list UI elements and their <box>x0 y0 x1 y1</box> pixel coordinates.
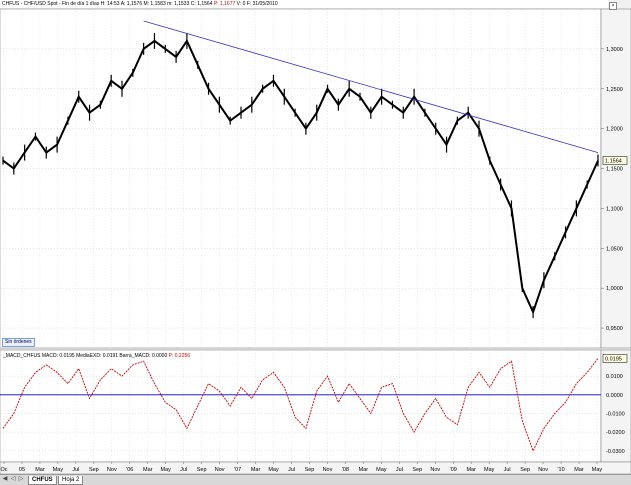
x-tick-label: 05 <box>19 467 25 473</box>
x-tick-label: Mar <box>143 467 153 473</box>
x-tick-label: Mar <box>35 467 45 473</box>
macd-tick-label: 0.0000 <box>606 393 623 399</box>
sin-ordenes-button[interactable]: Sin órdenes <box>2 338 35 347</box>
price-panel[interactable]: 0,9500 1,0000 1,0500 1,1000 1,1500 1,2000 1,25… <box>0 8 631 349</box>
x-axis: Oc 05 Mar May Jul Sep Nov '06 Mar May Jul Sep Nov '07… <box>0 461 631 475</box>
x-tick-label: Sep <box>412 467 422 473</box>
x-tick-label: Jul <box>288 467 295 473</box>
x-tick-label: Mar <box>574 467 584 473</box>
x-tick-label: Sep <box>197 467 207 473</box>
price-tick-label: 1,0500 <box>606 246 623 252</box>
x-tick-label: Oc <box>0 467 7 473</box>
macd-tick-label: 0.0100 <box>606 374 623 380</box>
x-tick-label: Nov <box>215 467 225 473</box>
title-close: C: 1,1564 <box>190 1 213 7</box>
x-tick-label: Nov <box>323 467 333 473</box>
chart-title-bar: CHFUS - CHF/USD Spot - Fin de día 1 días… <box>0 0 608 8</box>
x-tick-label: May <box>161 467 172 473</box>
x-tick-label: May <box>268 467 279 473</box>
price-tick-label: 0,9500 <box>606 326 623 332</box>
x-tick-label: '07 <box>234 467 241 473</box>
title-hour: H: 14:53 <box>100 1 120 7</box>
macd-tick-label: -0.0100 <box>606 411 625 417</box>
x-tick-label: '09 <box>450 467 457 473</box>
last-macd-label: 0.0195 <box>605 356 622 362</box>
x-tick-label: '10 <box>557 467 564 473</box>
x-tick-label: Sep <box>89 467 99 473</box>
x-tick-label: May <box>376 467 387 473</box>
macd-plot-area <box>0 349 602 463</box>
x-tick-label: Jul <box>396 467 403 473</box>
next-sheet-icon[interactable]: ▷ <box>18 476 24 483</box>
title-open: A: 1,1576 <box>120 1 143 7</box>
macd-panel[interactable]: 0.0100 0.0000 -0.0100 -0.0200 -0.0300 _MACD_C… <box>0 349 631 463</box>
title-volume: V: 0 <box>236 1 246 7</box>
price-tick-label: 1,0000 <box>606 286 623 292</box>
price-tick-label: 1,1000 <box>606 206 623 212</box>
macd-header-p: P: 0.2256 <box>169 353 191 359</box>
x-tick-label: Mar <box>359 467 369 473</box>
title-high: M: 1,1583 <box>143 1 166 7</box>
sheet-tab-bar: ◀ ◁ ▷ CHFUS Hoja 2 <box>0 474 631 485</box>
chart-canvas: 0,9500 1,0000 1,0500 1,1000 1,1500 1,2000 1,25… <box>0 8 631 475</box>
macd-tick-label: -0.0300 <box>606 449 625 455</box>
title-low: m: 1,1533 <box>167 1 190 7</box>
price-tick-label: 1,2500 <box>606 87 623 93</box>
title-prefix: CHFUS - CHF/USD Spot - Fin de día 1 días <box>2 1 100 7</box>
x-tick-label: Jul <box>504 467 511 473</box>
x-tick-label: Jul <box>180 467 187 473</box>
price-axis-area <box>600 8 631 349</box>
x-tick-label: Sep <box>305 467 315 473</box>
x-tick-label: Sep <box>520 467 530 473</box>
macd-tick-label: -0.0200 <box>606 430 625 436</box>
x-tick-label: May <box>53 467 64 473</box>
x-tick-label: May <box>484 467 495 473</box>
macd-header: _MACD_CHFUS MACD: 0.0195 MediaEXD: 0.019… <box>2 353 190 359</box>
title-prev: P: 1,1677 <box>213 1 236 7</box>
price-tick-label: 1,1500 <box>606 167 623 173</box>
price-tick-label: 1,2000 <box>606 127 623 133</box>
last-price-label: 1,1564 <box>605 159 622 165</box>
prev-sheet-icon[interactable]: ◁ <box>10 476 16 483</box>
x-tick-label: '08 <box>342 467 349 473</box>
x-tick-label: Nov <box>430 467 440 473</box>
x-tick-label: '06 <box>126 467 133 473</box>
title-date: F: 31/05/2010 <box>246 1 278 7</box>
x-tick-label: Mar <box>251 467 261 473</box>
x-tick-label: Nov <box>107 467 117 473</box>
price-plot-area <box>0 8 602 349</box>
x-tick-label: Jul <box>72 467 79 473</box>
price-tick-label: 1,3000 <box>606 47 623 53</box>
x-tick-label: May <box>592 467 603 473</box>
x-tick-label: Mar <box>466 467 476 473</box>
close-icon[interactable]: × <box>609 2 617 10</box>
x-tick-label: Nov <box>538 467 548 473</box>
first-sheet-icon[interactable]: ◀ <box>2 476 8 483</box>
macd-axis-area <box>600 349 631 463</box>
